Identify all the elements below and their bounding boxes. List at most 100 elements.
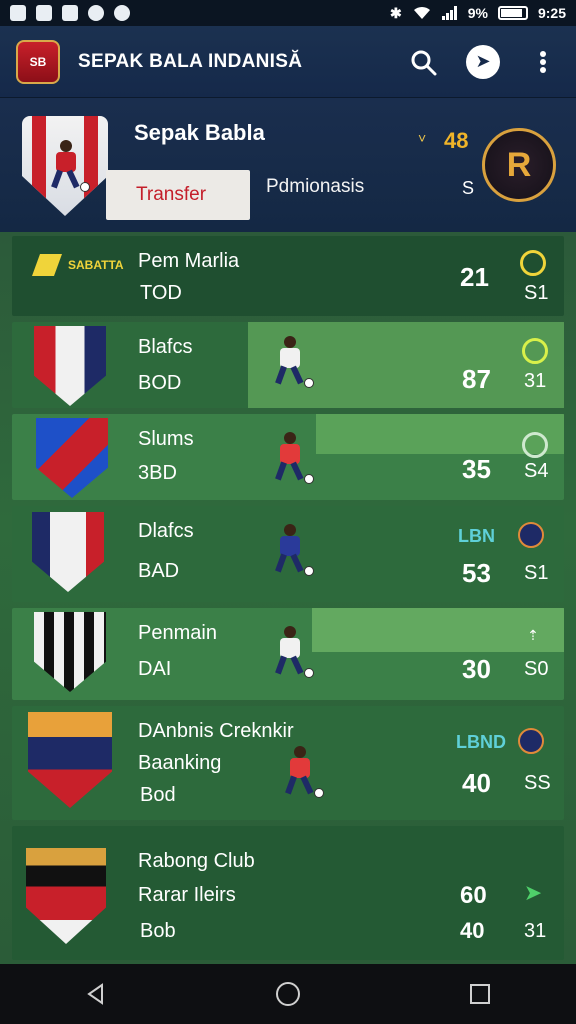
battery-percent: 9%: [467, 5, 488, 21]
item-name: Blafcs: [138, 336, 193, 358]
status-icon: [522, 432, 548, 458]
item-value: 30: [462, 654, 491, 684]
player-figure: [268, 336, 314, 388]
back-icon: [87, 983, 103, 1005]
list-item[interactable]: DAnbnis Creknkir Baanking Bod LBND 40 SS: [12, 706, 564, 820]
item-sub: Bod: [140, 784, 176, 806]
item-value: 60: [460, 882, 487, 909]
item-side: S1: [524, 282, 549, 304]
app-bar: SB SEPAK BALA INDANISĂ ➤: [0, 26, 576, 98]
notification-app-icon: [62, 5, 78, 21]
notification-icons: [10, 5, 130, 21]
item-tag: LBND: [456, 732, 506, 752]
item-sub: BAD: [138, 560, 180, 582]
item-value: 87: [462, 364, 491, 394]
more-options-button[interactable]: [526, 45, 560, 79]
club-mini-icon: [518, 728, 544, 754]
player-figure: [44, 140, 90, 192]
item-sub: DAI: [138, 658, 172, 680]
club-crest: [28, 712, 112, 808]
item-value: 53: [462, 558, 491, 588]
club-crest: [34, 612, 106, 692]
bluetooth-icon: ✱: [390, 4, 402, 21]
club-list: SABATTA Pem Marlia TOD 21 S1 Blafcs BOD …: [0, 232, 576, 964]
list-item[interactable]: SABATTA Pem Marlia TOD 21 S1: [12, 236, 564, 316]
list-item[interactable]: Dlafcs BAD LBN 53 S1: [12, 506, 564, 602]
item-name-secondary: Rarar Ileirs: [138, 884, 236, 906]
share-icon: ➤: [475, 51, 491, 71]
home-button[interactable]: [268, 974, 308, 1014]
item-sub: Bob: [140, 920, 176, 942]
player-figure: [268, 524, 314, 576]
more-vert-icon: [540, 50, 546, 73]
club-crest: [34, 326, 106, 406]
item-side: 31: [524, 920, 547, 942]
search-button[interactable]: [406, 45, 440, 79]
arrow-right-icon[interactable]: ➤: [520, 880, 546, 906]
signal-icon: [441, 6, 457, 20]
item-value: 35: [462, 454, 491, 484]
sponsor-mark-icon: [31, 254, 63, 276]
item-name: Pem Marlia: [138, 250, 240, 272]
status-bar: ✱ 9% 9:25: [0, 0, 576, 26]
featured-title: Sepak Babla: [134, 120, 265, 145]
app-bar-actions: ➤: [406, 44, 560, 79]
status-icon: [520, 250, 546, 276]
system-status: ✱ 9% 9:25: [390, 5, 566, 22]
item-name: Dlafcs: [138, 520, 194, 542]
player-figure: [268, 432, 314, 484]
list-item[interactable]: Penmain DAI 30 ⇡ S0: [12, 608, 564, 700]
home-icon: [276, 982, 300, 1006]
transfer-button[interactable]: Transfer: [106, 170, 250, 220]
upload-icon: ⇡: [527, 626, 539, 643]
back-button[interactable]: [76, 974, 116, 1014]
sponsor-logo: SABATTA: [31, 254, 124, 276]
item-value-secondary: 40: [460, 918, 485, 943]
item-side: S1: [524, 562, 549, 584]
recents-icon: [470, 984, 490, 1004]
app-title: SEPAK BALA INDANISĂ: [78, 50, 303, 72]
item-value: 40: [462, 768, 491, 798]
club-mini-icon: [518, 522, 544, 548]
list-item[interactable]: Blafcs BOD 87 31: [12, 322, 564, 408]
club-crest: [36, 418, 108, 498]
chevron-down-icon[interactable]: ˅: [418, 130, 426, 146]
list-item[interactable]: Slums 3BD 35 S4: [12, 414, 564, 500]
battery-icon: [497, 6, 528, 20]
sponsor-text: SABATTA: [68, 258, 124, 272]
item-name: Penmain: [138, 622, 217, 644]
featured-club-shield: [22, 116, 108, 216]
notification-app-icon: [10, 5, 26, 21]
notification-app-icon: [88, 5, 104, 21]
share-button[interactable]: ➤: [466, 44, 500, 79]
notification-app-icon: [36, 5, 52, 21]
item-name: Slums: [138, 428, 194, 450]
club-crest: [26, 848, 106, 944]
status-icon: [522, 338, 548, 364]
recents-button[interactable]: [460, 974, 500, 1014]
club-badge-icon[interactable]: R: [482, 128, 556, 202]
club-crest: [32, 512, 104, 592]
player-figure: [268, 626, 314, 678]
search-icon: [411, 50, 437, 75]
item-name-secondary: Baanking: [138, 752, 222, 774]
list-item[interactable]: Rabong Club Rarar Ileirs Bob 60 40 ➤ 31: [12, 826, 564, 960]
system-nav-bar: [0, 964, 576, 1024]
wifi-icon: [413, 6, 430, 19]
item-tag: LBN: [458, 526, 495, 546]
app-logo[interactable]: SB: [16, 39, 60, 84]
clock: 9:25: [537, 5, 566, 21]
item-sub: BOD: [138, 372, 182, 394]
player-figure: [278, 746, 324, 798]
featured-score: 48: [444, 128, 469, 153]
item-sub: 3BD: [138, 462, 177, 484]
item-name: DAnbnis Creknkir: [138, 720, 294, 742]
featured-score-sub: S: [462, 178, 475, 198]
notification-app-icon: [114, 5, 130, 21]
item-side: S0: [524, 658, 549, 680]
item-value: 21: [460, 262, 489, 292]
item-side: S4: [524, 460, 549, 482]
item-name: Rabong Club: [138, 850, 255, 872]
promotion-label[interactable]: Pdmionasis: [266, 176, 364, 198]
item-side: 31: [524, 370, 547, 392]
